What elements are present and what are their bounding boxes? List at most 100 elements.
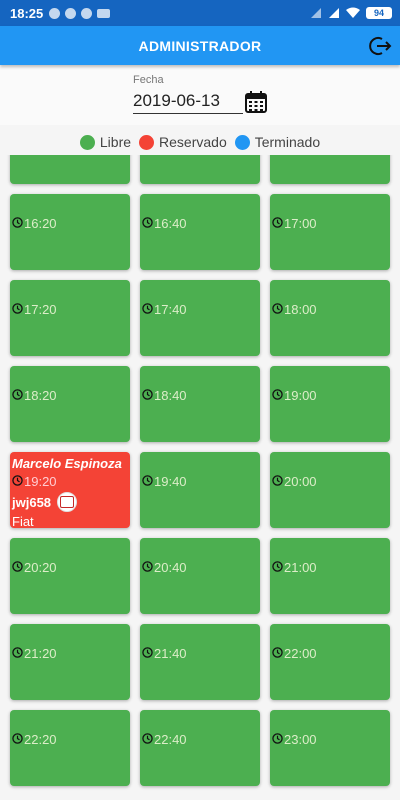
slot-time: 23:00 (272, 732, 317, 747)
slot-time: 18:00 (272, 302, 317, 317)
slot-time-label: 18:40 (154, 388, 187, 403)
legend-label: Terminado (254, 134, 321, 150)
slot-time-label: 21:00 (284, 560, 317, 575)
slot-time: 21:00 (272, 560, 317, 575)
clock-icon (12, 560, 24, 575)
time-slot-tile[interactable]: 21:40 (140, 624, 260, 700)
clock-icon (272, 560, 284, 575)
clock-icon (272, 216, 284, 231)
slot-time-label: 18:00 (284, 302, 317, 317)
laptop-icon (97, 8, 111, 18)
slot-time: 21:40 (142, 646, 187, 661)
time-slot-tile[interactable]: 23:00 (270, 710, 390, 786)
clock-icon (142, 646, 154, 661)
time-slot-tile[interactable]: 20:00 (270, 452, 390, 528)
legend-dot (139, 134, 155, 150)
time-slot-tile[interactable]: 20:20 (10, 538, 130, 614)
slot-time-label: 19:00 (284, 388, 317, 403)
clock-icon (142, 732, 154, 747)
slot-time: 18:20 (12, 388, 57, 403)
clock-icon (12, 216, 24, 231)
slot-time-label: 20:20 (24, 560, 57, 575)
slot-time: 20:40 (142, 560, 187, 575)
slot-time: 19:20 (12, 474, 57, 489)
slot-time: 17:40 (142, 302, 187, 317)
time-slot-tile[interactable]: 17:20 (10, 280, 130, 356)
clock-icon (272, 732, 284, 747)
logout-icon[interactable] (368, 34, 392, 58)
app-bar: ADMINISTRADOR (0, 26, 400, 65)
time-slot-tile[interactable]: 16:20 (10, 194, 130, 270)
legend-label: Libre (99, 134, 132, 150)
slot-time: 22:40 (142, 732, 187, 747)
notification-icon (81, 7, 93, 19)
time-slot-tile[interactable]: 16:40 (140, 194, 260, 270)
time-slot-tile[interactable]: 21:00 (270, 538, 390, 614)
slot-time-label: 17:00 (284, 216, 317, 231)
status-legend: Libre Reservado Terminado (0, 130, 400, 154)
slot-time: 20:20 (12, 560, 57, 575)
alarm-icon (65, 7, 77, 19)
time-slot-tile[interactable]: 22:20 (10, 710, 130, 786)
time-slot-tile[interactable]: 19:40 (140, 452, 260, 528)
slot-time-label: 20:40 (154, 560, 187, 575)
clock-icon (12, 388, 24, 403)
slot-time-label: 16:40 (154, 216, 187, 231)
time-slot-tile[interactable]: 18:20 (10, 366, 130, 442)
signal-icon (311, 8, 321, 18)
clock-icon (272, 646, 284, 661)
slot-time: 22:20 (12, 732, 57, 747)
slot-time-label: 21:40 (154, 646, 187, 661)
time-slot-tile[interactable]: 18:00 (270, 280, 390, 356)
license-plate: jwj658 (12, 494, 52, 510)
clock-icon (272, 302, 284, 317)
slot-time-label: 21:20 (24, 646, 57, 661)
clock-icon (142, 216, 154, 231)
clock-icon (142, 302, 154, 317)
time-slot-tile[interactable] (270, 155, 390, 184)
slot-time-label: 22:20 (24, 732, 57, 747)
legend-label: Reservado (159, 134, 227, 150)
car-brand-logo-icon (57, 492, 78, 512)
time-slot-tile[interactable]: Marcelo Espinoza 19:20 jwj658 Fiat (10, 452, 130, 529)
wifi-icon (346, 7, 360, 18)
clock-icon (142, 560, 154, 575)
slot-time: 16:20 (12, 216, 57, 231)
client-name: Marcelo Espinoza (12, 456, 122, 471)
time-slot-tile[interactable]: 20:40 (140, 538, 260, 614)
date-input[interactable]: 2019-06-13 (133, 89, 243, 114)
car-brand: Fiat (12, 514, 34, 529)
slot-time-label: 19:40 (154, 474, 187, 489)
clock-icon (272, 474, 284, 489)
slot-time: 20:00 (272, 474, 317, 489)
battery-icon: 94 (366, 7, 392, 19)
slot-time-label: 19:20 (24, 474, 57, 489)
time-slot-grid: 16:20 16:40 17:00 17:20 17:40 18:00 18:20 18:40… (0, 155, 400, 800)
legend-item-terminado: Terminado (234, 134, 321, 150)
calendar-icon[interactable] (245, 91, 267, 113)
clock-icon (12, 646, 24, 661)
time-slot-tile[interactable]: 17:00 (270, 194, 390, 270)
clock-icon (272, 388, 284, 403)
clock-icon (12, 474, 24, 489)
app-title: ADMINISTRADOR (138, 37, 262, 54)
slot-time-label: 16:20 (24, 216, 57, 231)
slot-time: 19:00 (272, 388, 317, 403)
slot-time: 19:40 (142, 474, 187, 489)
clock-icon (142, 388, 154, 403)
slot-time-label: 20:00 (284, 474, 317, 489)
slot-time-label: 17:20 (24, 302, 57, 317)
time-slot-tile[interactable] (140, 155, 260, 184)
time-slot-tile[interactable]: 17:40 (140, 280, 260, 356)
date-picker: Fecha 2019-06-13 (0, 65, 400, 125)
time-slot-tile[interactable] (10, 155, 130, 184)
legend-item-reservado: Reservado (139, 134, 227, 150)
time-slot-tile[interactable]: 19:00 (270, 366, 390, 442)
time-slot-tile[interactable]: 21:20 (10, 624, 130, 700)
time-slot-tile[interactable]: 18:40 (140, 366, 260, 442)
time-slot-tile[interactable]: 22:00 (270, 624, 390, 700)
time-slot-tile[interactable]: 22:40 (140, 710, 260, 786)
plate-row: jwj658 (12, 492, 78, 512)
status-right: 94 (310, 7, 392, 19)
slot-time: 22:00 (272, 646, 317, 661)
